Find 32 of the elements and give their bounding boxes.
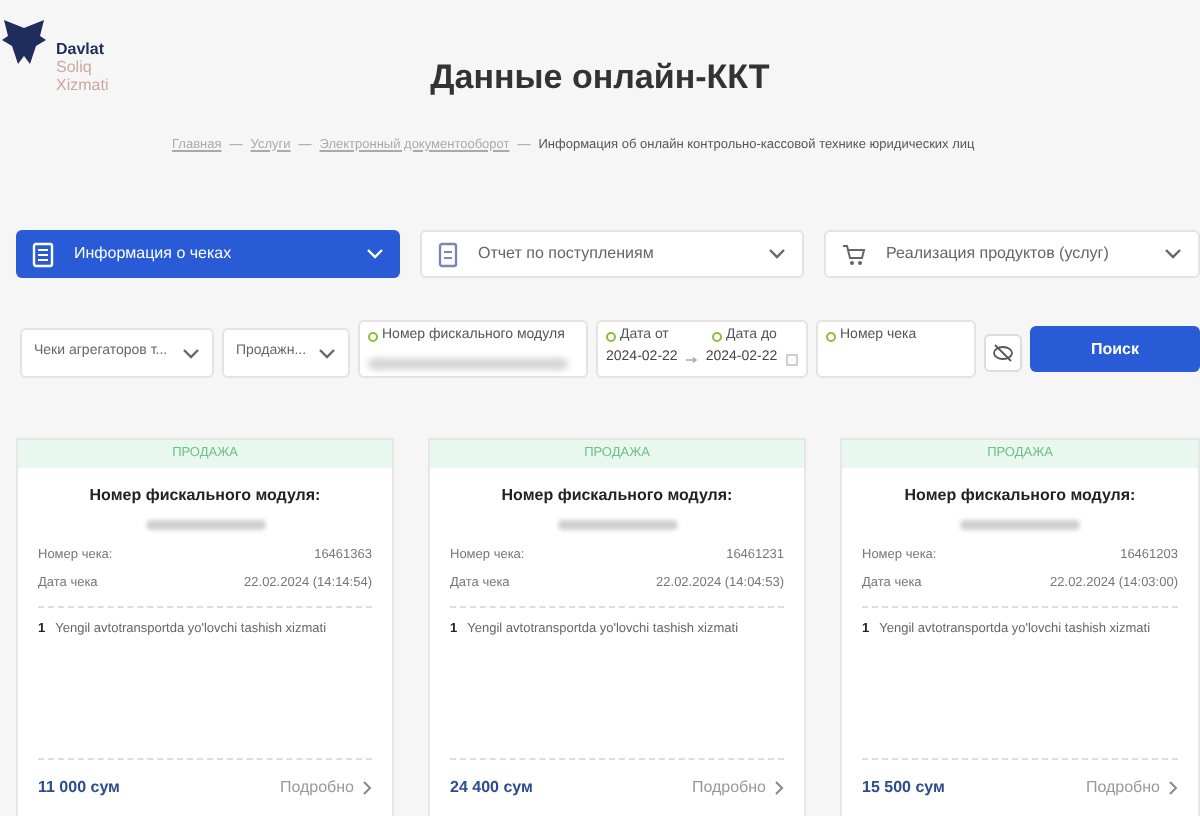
page-title: Данные онлайн-ККТ (430, 56, 770, 100)
logo-text: Davlat (56, 40, 107, 58)
visibility-toggle-button[interactable] (984, 334, 1022, 372)
chevron-right-icon (362, 780, 372, 796)
redacted-value (145, 520, 265, 530)
tab[interactable]: Реализация продуктов (услуг) (824, 230, 1200, 278)
total-amount: 11 000 сум (38, 776, 120, 800)
arrow-right-icon (685, 355, 698, 363)
chevron-down-icon (1164, 248, 1182, 260)
search-button[interactable]: Поиск (1030, 326, 1200, 372)
tab[interactable]: Информация о чеках (16, 230, 400, 278)
total-amount: 24 400 сум (450, 776, 533, 800)
chevron-right-icon (774, 780, 784, 796)
total-amount: 15 500 сум (862, 776, 945, 800)
logo-text: Soliq (56, 58, 94, 76)
chevron-down-icon (366, 248, 384, 260)
calendar-icon (785, 353, 798, 365)
card-heading: Номер фискального модуля: (499, 484, 735, 508)
chevron-down-icon (768, 248, 786, 260)
document-icon (438, 241, 458, 267)
logo-text: Xizmati (56, 76, 109, 94)
chevron-down-icon (182, 347, 200, 359)
redacted-value (960, 520, 1080, 530)
eye-slash-icon (992, 344, 1014, 362)
card-heading: Номер фискального модуля: (902, 484, 1138, 508)
card-heading: Номер фискального модуля: (87, 484, 323, 508)
receipt-icon (32, 241, 54, 267)
chevron-down-icon (318, 347, 336, 359)
chevron-right-icon (1168, 780, 1178, 796)
tab[interactable]: Отчет по поступлениям (420, 230, 804, 278)
cart-icon (842, 243, 866, 265)
redacted-value (557, 520, 677, 530)
